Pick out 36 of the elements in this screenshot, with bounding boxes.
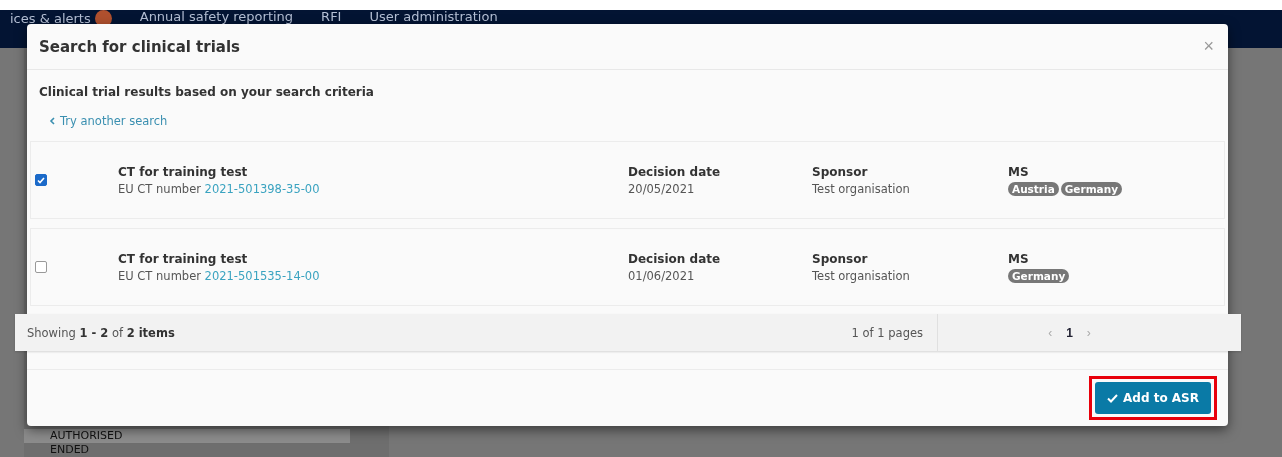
back-link[interactable]: Try another search — [30, 99, 1225, 141]
trial-number: EU CT number 2021-501535-14-00 — [118, 268, 321, 283]
trial-title: CT for training test — [118, 164, 249, 179]
column-label: Decision date — [628, 251, 722, 266]
column-label: MS — [1008, 251, 1030, 266]
decision-date: 01/06/2021 — [628, 268, 696, 283]
trial-title: CT for training test — [118, 251, 249, 266]
column-label: Decision date — [628, 164, 722, 179]
items-summary: Showing 1 - 2 of 2 items — [27, 325, 175, 340]
dialog-title: Search for clinical trials — [39, 37, 240, 56]
nav-link[interactable]: User administration — [369, 10, 498, 24]
checkmark-icon — [1107, 393, 1118, 403]
column-label: Sponsor — [812, 164, 869, 179]
page-count: 1 of 1 pages — [851, 325, 923, 340]
nav-link[interactable]: Annual safety reporting — [139, 10, 294, 24]
close-button[interactable]: × — [1203, 36, 1214, 57]
checkbox[interactable] — [35, 174, 47, 186]
trial-number-link[interactable]: 2021-501535-14-00 — [204, 268, 320, 283]
nav-link[interactable]: RFI — [321, 10, 342, 24]
trial-number: EU CT number 2021-501398-35-00 — [118, 181, 321, 196]
country-tag: Germany — [1060, 181, 1122, 196]
checkbox[interactable] — [35, 261, 47, 273]
country-tag: Austria — [1008, 181, 1059, 196]
chevron-left-icon — [49, 117, 55, 125]
status-label: AUTHORISED — [24, 429, 350, 443]
page-number[interactable]: 1 — [1066, 325, 1073, 340]
add-button[interactable]: Add to ASR — [1095, 382, 1211, 414]
sponsor-name: Test organisation — [812, 181, 911, 196]
sponsor-name: Test organisation — [812, 268, 911, 283]
column-label: Sponsor — [812, 251, 869, 266]
decision-date: 20/05/2021 — [628, 181, 696, 196]
status-label: ENDED — [49, 443, 91, 457]
country-tag: Germany — [1008, 268, 1070, 283]
trial-number-link[interactable]: 2021-501398-35-00 — [204, 181, 320, 196]
column-label: MS — [1008, 164, 1030, 179]
results-heading: Clinical trial results based on your search criteria — [38, 85, 375, 99]
